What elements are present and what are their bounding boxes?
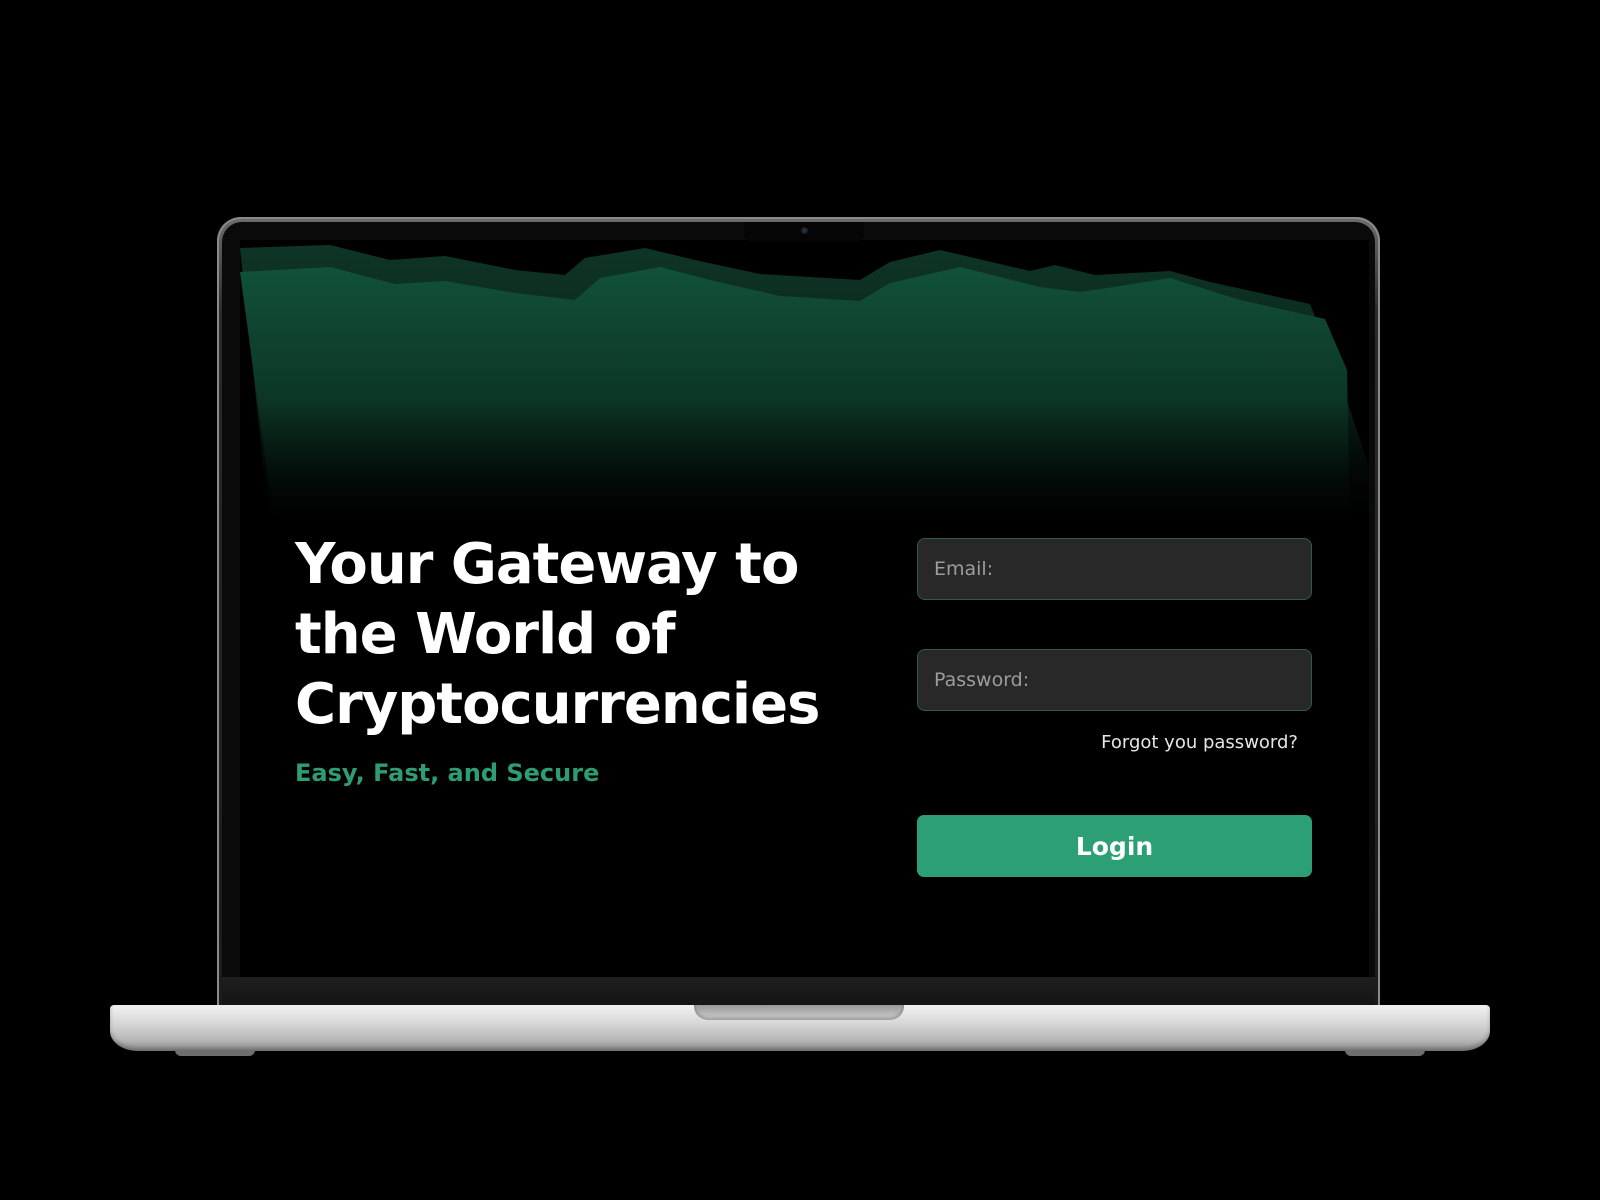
hero-tagline: Easy, Fast, and Secure: [295, 759, 600, 787]
laptop-foot-left: [175, 1050, 255, 1056]
laptop-mockup: Your Gateway to the World of Cryptocurre…: [0, 0, 1600, 1200]
password-field[interactable]: [917, 649, 1312, 711]
email-input[interactable]: [932, 557, 1297, 581]
forgot-password-link[interactable]: Forgot you password?: [917, 732, 1298, 753]
hero-headline: Your Gateway to the World of Cryptocurre…: [295, 532, 820, 737]
laptop-lid: Your Gateway to the World of Cryptocurre…: [217, 217, 1380, 1007]
laptop-foot-right: [1345, 1050, 1425, 1056]
login-button[interactable]: Login: [917, 815, 1312, 877]
camera-icon: [801, 227, 808, 234]
background-area-chart: [240, 245, 1369, 530]
screen-chin: [222, 977, 1375, 1007]
email-field[interactable]: [917, 538, 1312, 600]
camera-notch: [744, 222, 864, 242]
trackpad-notch: [694, 1005, 904, 1020]
background-area-front: [240, 267, 1350, 530]
screen-bezel: Your Gateway to the World of Cryptocurre…: [222, 222, 1375, 1007]
login-screen: Your Gateway to the World of Cryptocurre…: [240, 240, 1369, 986]
laptop-base: [110, 1005, 1490, 1051]
password-input[interactable]: [932, 668, 1297, 692]
